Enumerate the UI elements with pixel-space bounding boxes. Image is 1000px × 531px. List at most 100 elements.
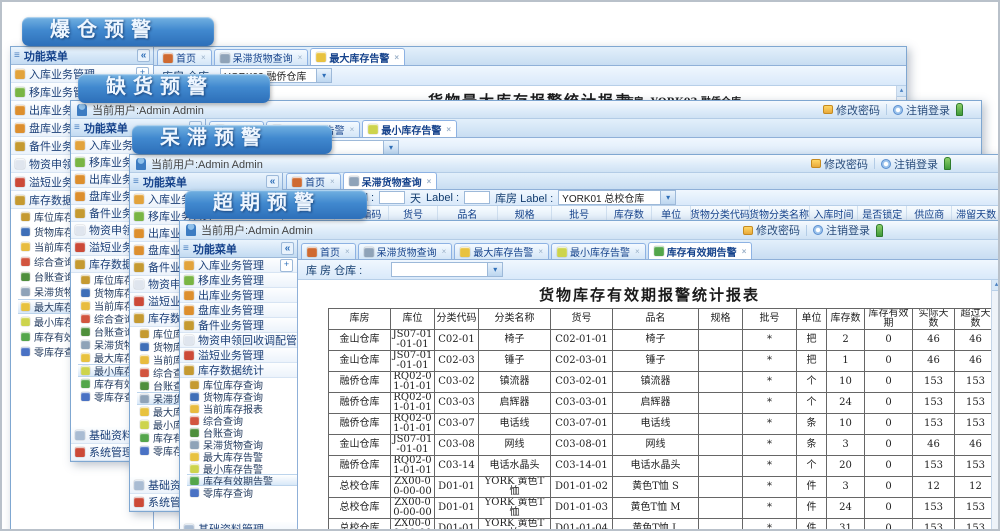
- cell-warehouse: 融侨仓库: [329, 372, 391, 393]
- collapse-panel-button[interactable]: «: [137, 49, 150, 62]
- tab[interactable]: 呆滞货物查询: [358, 243, 453, 259]
- logout-icon: [813, 225, 823, 235]
- tab[interactable]: 呆滞货物查询: [343, 172, 438, 189]
- collapse-panel-button[interactable]: «: [266, 175, 279, 188]
- menu-sub-icon: [81, 314, 90, 323]
- menu-group-item[interactable]: 溢短业务管理: [180, 348, 297, 363]
- tab[interactable]: 首页: [286, 173, 341, 189]
- menu-group-item[interactable]: 移库业务管理: [180, 273, 297, 288]
- select-dropdown-icon[interactable]: [316, 69, 331, 82]
- cell-spec: [699, 351, 743, 372]
- menu-sub-item[interactable]: 最大库存告警: [187, 450, 297, 462]
- tab[interactable]: 首页: [301, 243, 356, 259]
- select-dropdown-icon[interactable]: [487, 263, 502, 276]
- cell-item-no: C03-14-01: [551, 456, 613, 477]
- menu-group-item[interactable]: 盘库业务管理: [180, 303, 297, 318]
- table-row: 总校仓库 ZX00-00-00-00 D01-01 YORK 黄色T恤 D01-…: [329, 519, 997, 531]
- grid-column-header[interactable]: 单位: [652, 206, 691, 221]
- grid-column-header[interactable]: 货物分类名称: [750, 206, 810, 221]
- cell-unit: 条: [797, 414, 827, 435]
- logout-button[interactable]: 注销登录: [813, 222, 870, 238]
- menu-sub-icon: [81, 366, 90, 375]
- table-row: 金山仓库 JS07-01-01-01 C02-01 椅子 C02-01-01 椅…: [329, 330, 997, 351]
- grid-column-header[interactable]: 货号: [389, 206, 438, 221]
- menu-sub-item[interactable]: 台账查询: [187, 426, 297, 438]
- tab[interactable]: 最小库存告警: [551, 243, 646, 259]
- select-dropdown-icon[interactable]: [383, 141, 398, 154]
- grid-column-header[interactable]: 入库时间: [810, 206, 859, 221]
- grid-column-header[interactable]: 库存数: [607, 206, 652, 221]
- tab-icon: [460, 247, 470, 257]
- menu-sub-item[interactable]: 当前库存报表: [187, 402, 297, 414]
- menu-sub-item[interactable]: 最小库存告警: [187, 462, 297, 474]
- menu-group-item[interactable]: 物资申领回收调配管理: [180, 333, 297, 348]
- menu-group-item[interactable]: 入库业务管理: [180, 258, 297, 273]
- menu-group-icon: [134, 228, 144, 238]
- vertical-scrollbar[interactable]: [991, 280, 1000, 531]
- tab[interactable]: 最大库存告警: [310, 48, 405, 65]
- grid-column-header[interactable]: 货物分类代码: [691, 206, 749, 221]
- cell-qty: 10: [827, 372, 865, 393]
- tab-icon: [220, 53, 230, 63]
- collapse-panel-button[interactable]: «: [281, 242, 294, 255]
- cell-qty: 3: [827, 435, 865, 456]
- sidebar-spacer: [180, 498, 297, 522]
- days-input[interactable]: [379, 191, 405, 204]
- grid-column-header[interactable]: 滞留天数: [952, 206, 1000, 221]
- menu-sub-item[interactable]: 呆滞货物查询: [187, 438, 297, 450]
- tab[interactable]: 最小库存告警: [362, 120, 457, 137]
- menu-group-item[interactable]: 库存数据统计: [180, 363, 297, 378]
- cell-unit: 件: [797, 498, 827, 519]
- menu-sub-item[interactable]: 零库存查询: [187, 486, 297, 498]
- cell-category-code: D01-01: [435, 477, 479, 498]
- grid-column-header[interactable]: 品名: [438, 206, 498, 221]
- grid-column-header[interactable]: 规格: [498, 206, 552, 221]
- change-password-button[interactable]: 修改密码: [811, 156, 868, 172]
- menu-group-icon: [75, 208, 85, 218]
- tab[interactable]: 呆滞货物查询: [214, 49, 309, 65]
- menu-group-icon: [184, 320, 194, 330]
- table-header-cell: 库位: [391, 309, 435, 330]
- cell-bin: RQ02-01-01-01: [391, 414, 435, 435]
- grid-column-header[interactable]: 是否锁定: [858, 206, 907, 221]
- grid-column-header[interactable]: 批号: [552, 206, 606, 221]
- grid-column-header[interactable]: 供应商: [907, 206, 952, 221]
- menu-bottom-icon: [134, 497, 144, 507]
- current-user-label: 当前用户:Admin Admin: [92, 102, 204, 118]
- menu-sub-icon: [81, 288, 90, 297]
- menu-group-icon: [15, 159, 25, 169]
- tab[interactable]: 库存有效期告警: [648, 242, 753, 259]
- validity-report-table: 库房库位分类代码分类名称货号品名规格批号单位库存数库存有效期实际天数超过天数 金…: [328, 308, 997, 531]
- menu-group-icon: [184, 260, 194, 270]
- logout-button[interactable]: 注销登录: [893, 102, 950, 118]
- tab[interactable]: 最大库存告警: [454, 243, 549, 259]
- cell-batch: *: [743, 456, 797, 477]
- select-dropdown-icon[interactable]: [660, 191, 675, 204]
- warehouse-select[interactable]: [391, 262, 503, 277]
- menu-bottom-group[interactable]: 基础资料管理: [180, 522, 297, 531]
- warehouse-select[interactable]: YORK01 总校仓库: [558, 190, 676, 205]
- cell-validity-days: 0: [865, 435, 913, 456]
- tab-label: 呆滞货物查询: [362, 174, 422, 189]
- menu-sub-item[interactable]: 综合查询: [187, 414, 297, 426]
- cell-batch: *: [743, 435, 797, 456]
- change-password-button[interactable]: 修改密码: [743, 222, 800, 238]
- cell-batch: *: [743, 414, 797, 435]
- cell-category-name: YORK 黄色T恤: [479, 477, 551, 498]
- change-password-button[interactable]: 修改密码: [823, 102, 880, 118]
- cell-item-name: 镇流器: [613, 372, 699, 393]
- menu-sub-icon: [140, 329, 149, 338]
- menu-group-item[interactable]: 出库业务管理: [180, 288, 297, 303]
- tab[interactable]: 首页: [157, 49, 212, 65]
- menu-sub-item[interactable]: 货物库存查询: [187, 390, 297, 402]
- menu-group-item[interactable]: 备件业务管理: [180, 318, 297, 333]
- logout-button[interactable]: 注销登录: [881, 156, 938, 172]
- cell-spec: [699, 435, 743, 456]
- second-filter-input[interactable]: [464, 191, 490, 204]
- cell-qty: 10: [827, 414, 865, 435]
- cell-unit: 个: [797, 372, 827, 393]
- cell-bin: ZX00-00-00-00: [391, 519, 435, 531]
- menu-sub-item[interactable]: 库位库存查询: [187, 378, 297, 390]
- menu-sub-item[interactable]: 库存有效期告警: [187, 474, 297, 486]
- table-row: 总校仓库 ZX00-00-00-00 D01-01 YORK 黄色T恤 D01-…: [329, 477, 997, 498]
